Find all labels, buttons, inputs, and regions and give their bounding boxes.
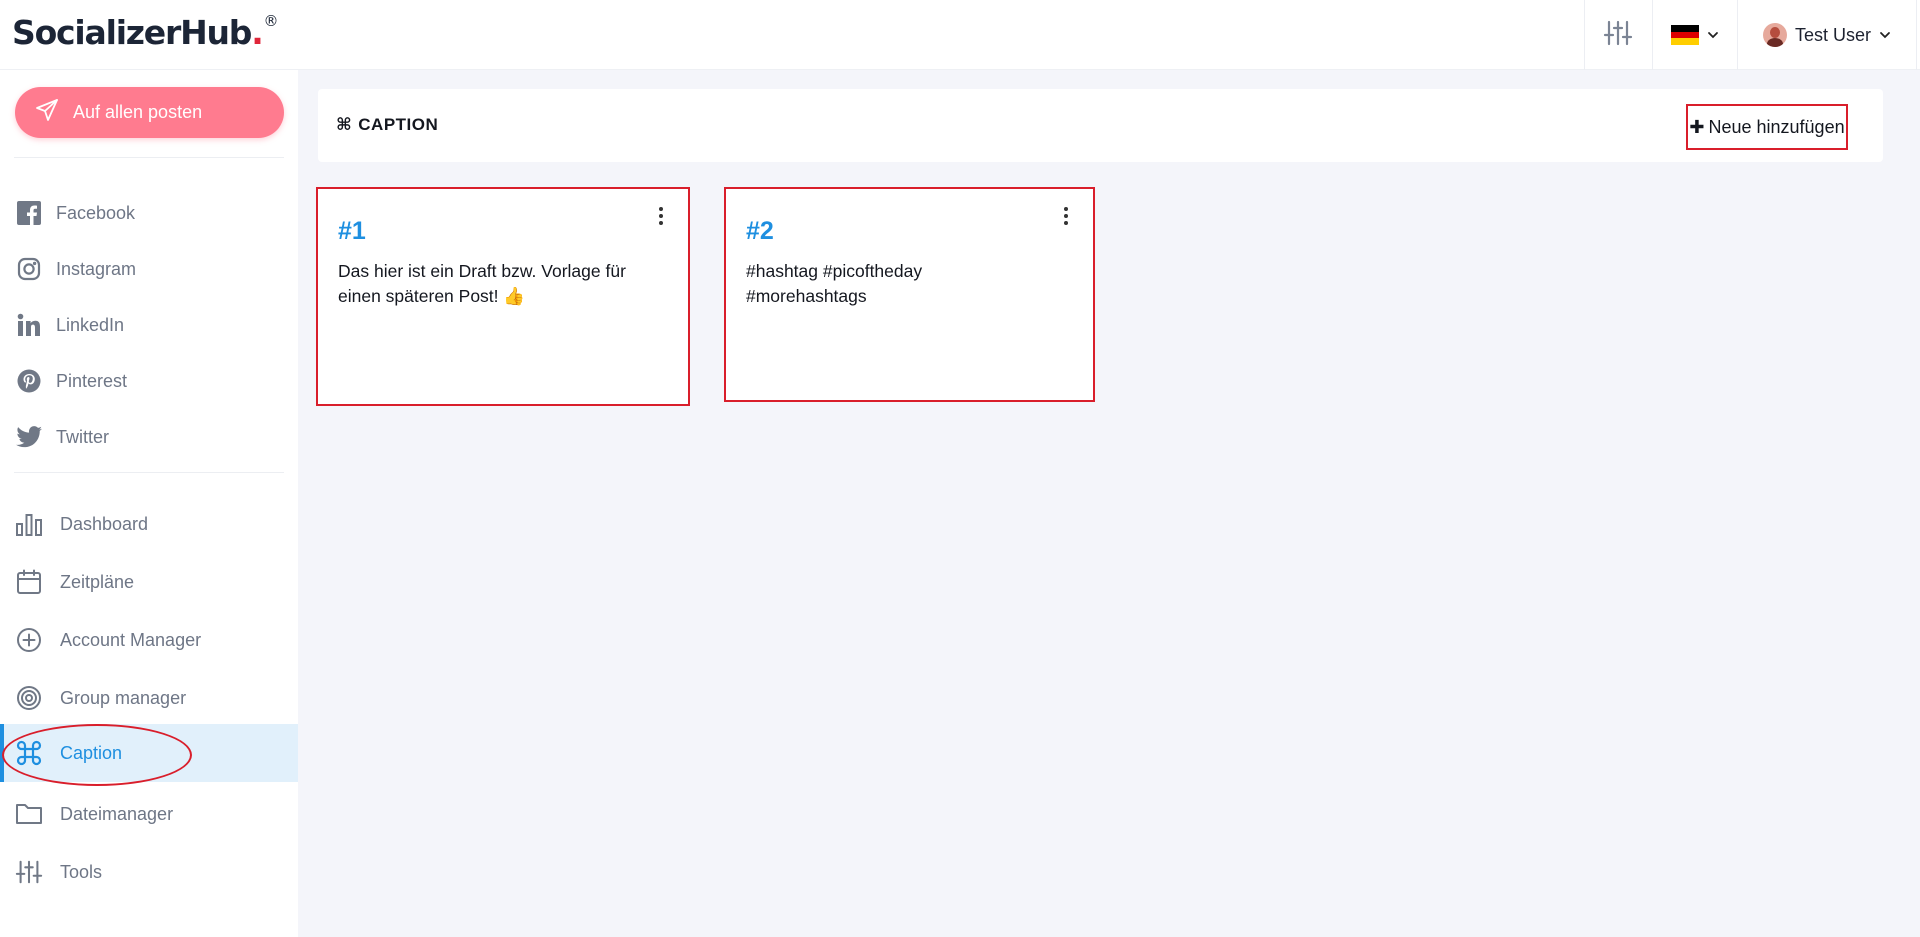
pinterest-icon [15,367,43,395]
sidebar-item-label: Zeitpläne [60,571,135,592]
paper-plane-icon [35,98,59,127]
add-new-label: Neue hinzufügen [1708,116,1845,137]
sidebar-item-label: Facebook [56,202,136,223]
sidebar-item-account-manager[interactable]: Account Manager [0,612,298,668]
post-to-all-label: Auf allen posten [73,102,203,122]
sidebar-item-caption[interactable]: Caption [0,724,298,782]
add-new-button[interactable]: ✚ Neue hinzufügen [1686,104,1848,150]
page-title-text: CAPTION [358,115,439,134]
sidebar-item-label: LinkedIn [56,314,125,335]
caption-card-text: Das hier ist ein Draft bzw. Vorlage für … [338,261,626,306]
page-title: ⌘ CAPTION [336,115,438,135]
more-options-icon[interactable] [656,205,666,227]
caption-card-number: #1 [338,217,366,245]
instagram-icon [15,255,43,283]
sidebar-item-instagram[interactable]: Instagram [0,241,298,297]
sidebar-item-label: Instagram [56,258,137,279]
sidebar-item-linkedin[interactable]: LinkedIn [0,297,298,353]
sidebar-item-label: Caption [60,742,123,763]
plus-circle-icon [15,626,43,654]
sidebar-item-twitter[interactable]: Twitter [0,409,298,465]
header-divider [1916,0,1917,70]
sidebar-item-group-manager[interactable]: Group manager [0,670,298,726]
command-icon: ⌘ [336,115,353,134]
caption-card[interactable]: #2 #hashtag #picoftheday #morehashtags [724,187,1095,402]
caption-card-number: #2 [746,217,774,245]
user-name: Test User [1794,24,1872,45]
sidebar-item-dateimanager[interactable]: Dateimanager [0,786,298,842]
sidebar-item-label: Account Manager [60,629,202,650]
sliders-icon [1603,18,1633,53]
facebook-icon [15,199,43,227]
sidebar-item-dashboard[interactable]: Dashboard [0,496,298,552]
bar-chart-icon [15,510,43,538]
command-icon [15,739,43,767]
user-menu[interactable]: Test User [1738,0,1916,70]
sidebar-item-pinterest[interactable]: Pinterest [0,353,298,409]
sidebar-item-label: Dateimanager [60,803,174,824]
sidebar-item-facebook[interactable]: Facebook [0,185,298,241]
top-bar: SocializerHub.® Test User [0,0,1920,70]
brand-logo[interactable]: SocializerHub.® [12,12,279,52]
plus-icon: ✚ [1689,116,1705,137]
brand-dot: . [251,13,264,52]
avatar [1762,23,1787,47]
calendar-icon [15,568,43,596]
sidebar-item-label: Pinterest [56,370,128,391]
caption-card[interactable]: #1 Das hier ist ein Draft bzw. Vorlage f… [316,187,690,406]
chevron-down-icon [1708,32,1718,39]
sidebar-divider [14,472,284,473]
caption-card-text: #hashtag #picoftheday #morehashtags [746,261,923,306]
sliders-icon [15,858,43,886]
germany-flag-icon [1671,25,1699,46]
sidebar-item-label: Tools [60,861,103,882]
target-icon [15,684,43,712]
sidebar-divider [14,157,284,158]
more-options-icon[interactable] [1061,205,1071,227]
language-selector[interactable] [1653,0,1737,70]
sidebar-item-label: Group manager [60,687,187,708]
tools-button[interactable] [1584,0,1652,70]
folder-icon [15,800,43,828]
sidebar: Auf allen posten Facebook Instagram Link… [0,70,298,937]
twitter-icon [15,423,43,451]
brand-name: SocializerHub [12,13,252,52]
registered-mark: ® [263,12,279,30]
sidebar-item-zeitplaene[interactable]: Zeitpläne [0,554,298,610]
chevron-down-icon [1880,32,1890,39]
sidebar-item-label: Dashboard [60,513,149,534]
sidebar-item-label: Twitter [56,426,110,447]
post-to-all-button[interactable]: Auf allen posten [15,87,284,138]
sidebar-item-tools[interactable]: Tools [0,844,298,900]
caption-header: ⌘ CAPTION ✚ Neue hinzufügen [318,89,1883,162]
linkedin-icon [15,311,43,339]
